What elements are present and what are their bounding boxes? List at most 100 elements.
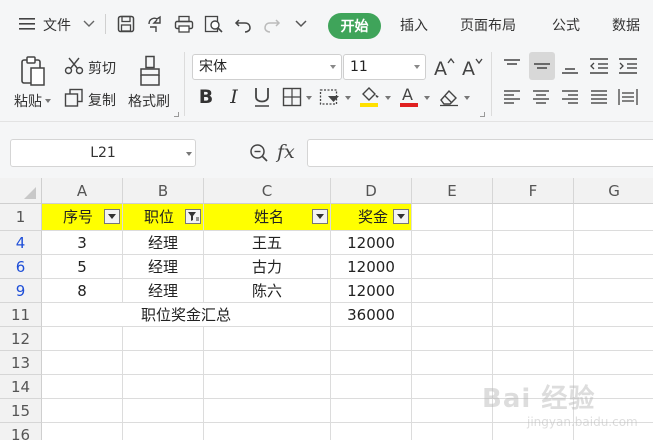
customize-toolbar-icon[interactable] <box>293 16 309 32</box>
underline-icon[interactable] <box>250 85 274 109</box>
fill-color-icon[interactable] <box>357 83 381 109</box>
redo-icon[interactable] <box>262 14 282 34</box>
cell-a16[interactable] <box>42 423 123 440</box>
zoom-formula-icon[interactable] <box>248 142 270 164</box>
column-header[interactable]: E <box>412 178 493 204</box>
cell-b1[interactable]: 职位 <box>123 204 204 231</box>
cell-f11[interactable] <box>493 303 574 327</box>
row-header[interactable]: 16 <box>0 423 42 440</box>
scissors-icon[interactable] <box>63 56 85 76</box>
font-size-select[interactable]: 11 <box>343 54 426 80</box>
print-icon[interactable] <box>173 14 195 34</box>
align-right-icon[interactable] <box>558 86 582 108</box>
cell-f4[interactable] <box>493 231 574 255</box>
align-middle-icon[interactable] <box>529 52 555 80</box>
cell-b6[interactable]: 经理 <box>123 255 204 279</box>
insert-function-button[interactable]: fx <box>277 141 295 163</box>
distributed-align-icon[interactable] <box>616 86 640 108</box>
cell-f6[interactable] <box>493 255 574 279</box>
cell-f13[interactable] <box>493 351 574 375</box>
cell-g9[interactable] <box>574 279 653 303</box>
cell-a6[interactable]: 5 <box>42 255 123 279</box>
tab-insert[interactable]: 插入 <box>400 15 428 35</box>
increase-indent-icon[interactable] <box>616 54 640 78</box>
cell-d1[interactable]: 奖金 <box>331 204 412 231</box>
cell-b13[interactable] <box>123 351 204 375</box>
cell-g11[interactable] <box>574 303 653 327</box>
cell-e4[interactable] <box>412 231 493 255</box>
column-header[interactable]: B <box>123 178 204 204</box>
cell-f12[interactable] <box>493 327 574 351</box>
cell-d15[interactable] <box>331 399 412 423</box>
cell-style-dropdown-caret[interactable] <box>345 96 351 100</box>
filter-dropdown-icon[interactable] <box>393 209 409 224</box>
row-header[interactable]: 6 <box>0 255 42 279</box>
cell-b12[interactable] <box>123 327 204 351</box>
cell-g13[interactable] <box>574 351 653 375</box>
cell-f1[interactable] <box>493 204 574 231</box>
clear-format-icon[interactable] <box>437 85 461 109</box>
cell-b14[interactable] <box>123 375 204 399</box>
cell-a11-merged[interactable]: 职位奖金汇总 <box>42 303 331 327</box>
cell-d16[interactable] <box>331 423 412 440</box>
select-all-corner[interactable] <box>0 178 42 204</box>
column-header[interactable]: C <box>204 178 331 204</box>
cell-a14[interactable] <box>42 375 123 399</box>
cell-c6[interactable]: 古力 <box>204 255 331 279</box>
row-header[interactable]: 4 <box>0 231 42 255</box>
filter-dropdown-icon[interactable] <box>312 209 328 224</box>
tab-home[interactable]: 开始 <box>328 13 381 39</box>
cell-e12[interactable] <box>412 327 493 351</box>
cell-c4[interactable]: 王五 <box>204 231 331 255</box>
cell-e14[interactable] <box>412 375 493 399</box>
cell-style-icon[interactable] <box>318 85 342 109</box>
fill-color-dropdown-caret[interactable] <box>385 96 391 100</box>
decrease-indent-icon[interactable] <box>587 54 611 78</box>
cell-a4[interactable]: 3 <box>42 231 123 255</box>
cell-d9[interactable]: 12000 <box>331 279 412 303</box>
cell-a13[interactable] <box>42 351 123 375</box>
cell-e13[interactable] <box>412 351 493 375</box>
tab-data[interactable]: 数据 <box>612 15 640 35</box>
cut-button[interactable]: 剪切 <box>88 58 116 78</box>
cell-c1[interactable]: 姓名 <box>204 204 331 231</box>
italic-icon[interactable]: I <box>223 85 245 109</box>
copy-icon[interactable] <box>63 87 85 109</box>
justify-icon[interactable] <box>587 86 611 108</box>
formula-input[interactable] <box>307 139 653 167</box>
export-icon[interactable] <box>145 14 165 34</box>
row-header[interactable]: 15 <box>0 399 42 423</box>
paste-button[interactable]: 粘贴 <box>14 91 42 111</box>
save-icon[interactable] <box>116 14 136 34</box>
align-left-icon[interactable] <box>500 86 524 108</box>
row-header[interactable]: 14 <box>0 375 42 399</box>
copy-button[interactable]: 复制 <box>88 90 116 110</box>
cell-a1[interactable]: 序号 <box>42 204 123 231</box>
cell-g12[interactable] <box>574 327 653 351</box>
row-header[interactable]: 1 <box>0 204 42 231</box>
cell-c16[interactable] <box>204 423 331 440</box>
cell-e9[interactable] <box>412 279 493 303</box>
column-header[interactable]: A <box>42 178 123 204</box>
print-preview-icon[interactable] <box>203 14 225 34</box>
bold-icon[interactable]: B <box>195 85 217 109</box>
cell-a9[interactable]: 8 <box>42 279 123 303</box>
paste-dropdown-caret[interactable] <box>45 99 51 103</box>
cell-c14[interactable] <box>204 375 331 399</box>
cell-d4[interactable]: 12000 <box>331 231 412 255</box>
paste-icon[interactable] <box>18 54 48 88</box>
column-header[interactable]: D <box>331 178 412 204</box>
clear-format-dropdown-caret[interactable] <box>464 96 470 100</box>
cell-g4[interactable] <box>574 231 653 255</box>
align-top-icon[interactable] <box>500 54 524 78</box>
row-header[interactable]: 12 <box>0 327 42 351</box>
cell-d6[interactable]: 12000 <box>331 255 412 279</box>
borders-icon[interactable] <box>280 85 304 109</box>
name-box-dropdown-caret[interactable] <box>186 152 192 156</box>
filter-active-icon[interactable] <box>185 209 201 224</box>
cell-e1[interactable] <box>412 204 493 231</box>
cell-b4[interactable]: 经理 <box>123 231 204 255</box>
increase-font-size-icon[interactable]: A <box>432 55 456 79</box>
clipboard-launcher-icon[interactable] <box>174 112 179 117</box>
name-box[interactable]: L21 <box>10 139 196 167</box>
